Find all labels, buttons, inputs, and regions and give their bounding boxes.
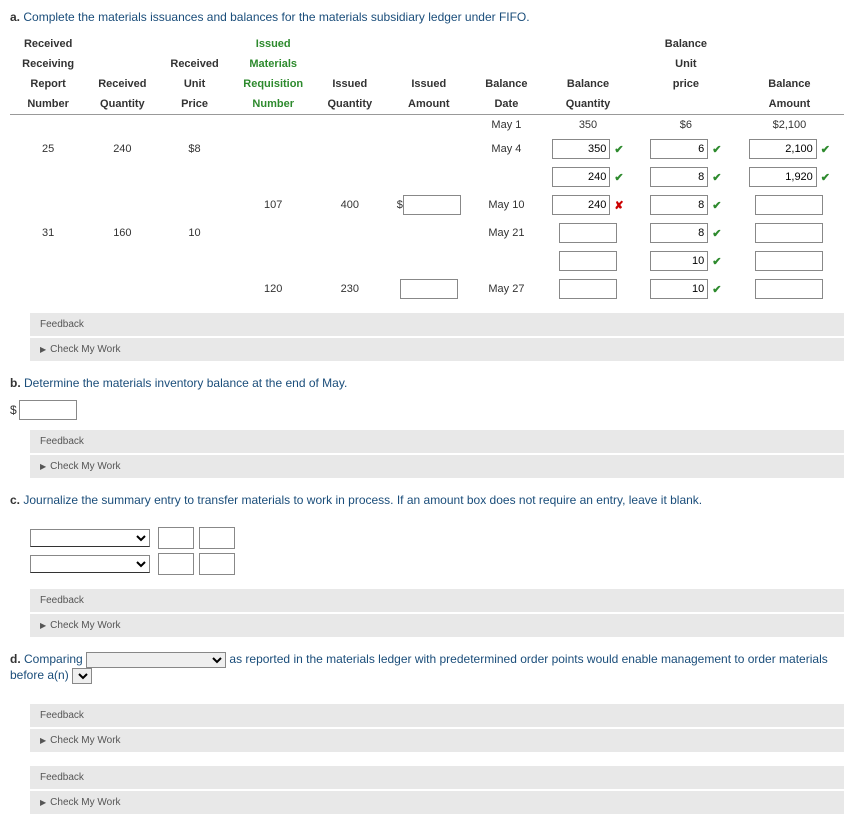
journal-debit-1[interactable] bbox=[158, 527, 194, 549]
check-icon: ✔ bbox=[712, 171, 721, 184]
before-select[interactable] bbox=[72, 668, 92, 684]
journal-credit-1[interactable] bbox=[199, 527, 235, 549]
comparing-select[interactable] bbox=[86, 652, 226, 668]
play-icon: ▶ bbox=[40, 462, 46, 471]
part-a-prompt: a. Complete the materials issuances and … bbox=[10, 10, 844, 24]
check-my-work[interactable]: ▶Check My Work bbox=[30, 791, 844, 814]
check-icon: ✔ bbox=[614, 143, 623, 156]
balance-qty-input[interactable] bbox=[559, 251, 617, 271]
balance-price-input[interactable] bbox=[650, 167, 708, 187]
part-b-prompt: b. Determine the materials inventory bal… bbox=[10, 376, 844, 390]
issued-amount-input[interactable] bbox=[400, 279, 458, 299]
balance-amount-input[interactable] bbox=[755, 195, 823, 215]
check-icon: ✔ bbox=[712, 199, 721, 212]
balance-amount-input[interactable] bbox=[755, 251, 823, 271]
balance-price-input[interactable] bbox=[650, 139, 708, 159]
balance-price-input[interactable] bbox=[650, 251, 708, 271]
check-icon: ✔ bbox=[712, 143, 721, 156]
check-my-work[interactable]: ▶Check My Work bbox=[30, 338, 844, 361]
check-icon: ✔ bbox=[712, 227, 721, 240]
balance-price-input[interactable] bbox=[650, 223, 708, 243]
balance-amount-input[interactable] bbox=[749, 167, 817, 187]
part-c-prompt: c. Journalize the summary entry to trans… bbox=[10, 493, 844, 507]
check-my-work[interactable]: ▶Check My Work bbox=[30, 729, 844, 752]
ledger-table: Received Issued Balance Receiving Receiv… bbox=[10, 34, 844, 303]
balance-price-input[interactable] bbox=[650, 279, 708, 299]
check-my-work[interactable]: ▶Check My Work bbox=[30, 455, 844, 478]
check-icon: ✔ bbox=[614, 171, 623, 184]
play-icon: ▶ bbox=[40, 798, 46, 807]
journal-debit-2[interactable] bbox=[158, 553, 194, 575]
balance-amount-input[interactable] bbox=[755, 279, 823, 299]
balance-qty-input[interactable] bbox=[552, 167, 610, 187]
x-icon: ✘ bbox=[614, 199, 623, 212]
journal-account-1[interactable] bbox=[30, 529, 150, 547]
balance-qty-input[interactable] bbox=[559, 279, 617, 299]
play-icon: ▶ bbox=[40, 621, 46, 630]
feedback-bar[interactable]: Feedback bbox=[30, 313, 844, 336]
journal-credit-2[interactable] bbox=[199, 553, 235, 575]
check-icon: ✔ bbox=[821, 143, 830, 156]
balance-price-input[interactable] bbox=[650, 195, 708, 215]
part-d-prompt: d. Comparing as reported in the material… bbox=[10, 652, 844, 684]
play-icon: ▶ bbox=[40, 345, 46, 354]
check-icon: ✔ bbox=[712, 255, 721, 268]
feedback-bar[interactable]: Feedback bbox=[30, 766, 844, 789]
feedback-bar[interactable]: Feedback bbox=[30, 430, 844, 453]
inventory-balance-input[interactable] bbox=[19, 400, 77, 420]
check-icon: ✔ bbox=[712, 283, 721, 296]
balance-amount-input[interactable] bbox=[755, 223, 823, 243]
check-my-work[interactable]: ▶Check My Work bbox=[30, 614, 844, 637]
feedback-bar[interactable]: Feedback bbox=[30, 589, 844, 612]
journal-account-2[interactable] bbox=[30, 555, 150, 573]
balance-qty-input[interactable] bbox=[552, 139, 610, 159]
play-icon: ▶ bbox=[40, 736, 46, 745]
check-icon: ✔ bbox=[821, 171, 830, 184]
feedback-bar[interactable]: Feedback bbox=[30, 704, 844, 727]
balance-qty-input[interactable] bbox=[552, 195, 610, 215]
balance-amount-input[interactable] bbox=[749, 139, 817, 159]
issued-amount-input[interactable] bbox=[403, 195, 461, 215]
balance-qty-input[interactable] bbox=[559, 223, 617, 243]
dollar-sign: $ bbox=[10, 403, 17, 417]
